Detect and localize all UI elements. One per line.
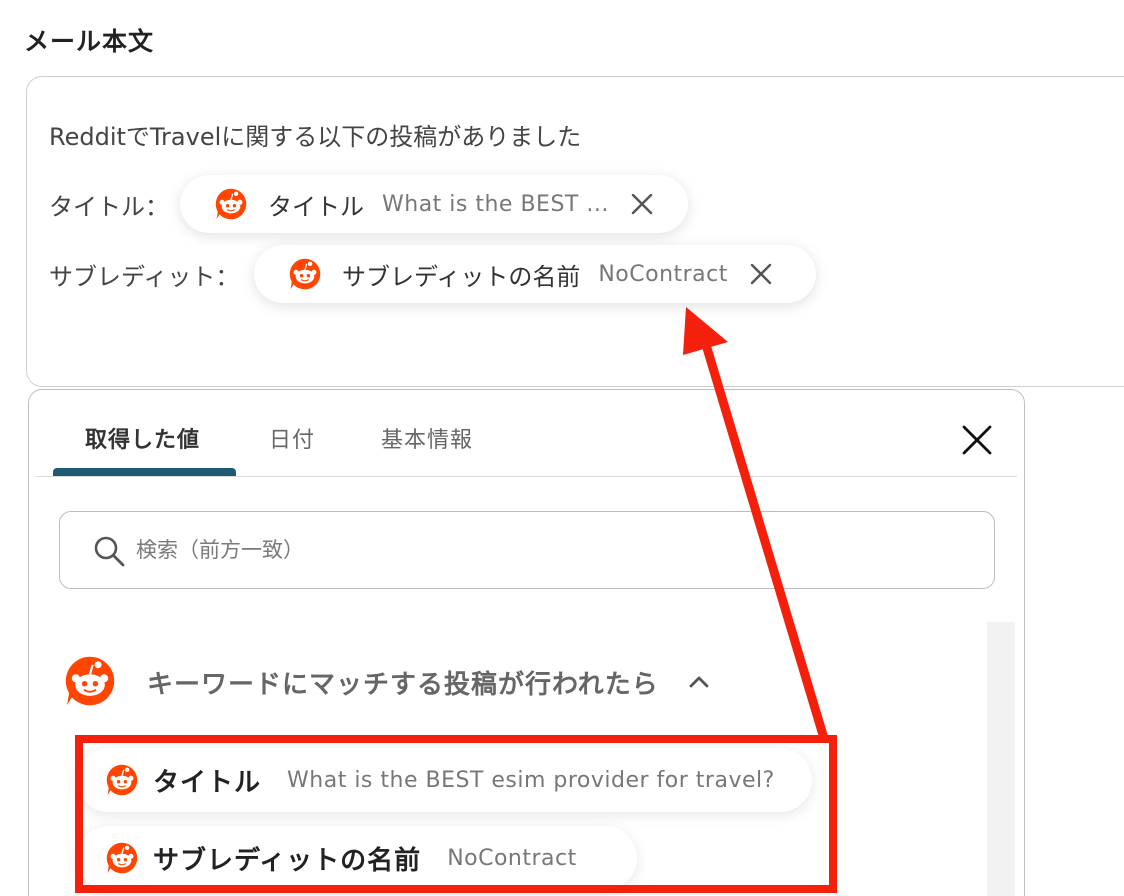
scrollbar-track[interactable] [987,622,1015,896]
search-box [59,511,995,589]
tab-date[interactable]: 日付 [269,422,315,454]
reddit-icon [63,654,117,708]
tab-bar: 取得した値 日付 基本情報 [29,390,1024,480]
chip-value: NoContract [598,261,728,287]
list-item-subreddit[interactable]: サブレディットの名前 NoContract [77,826,637,890]
reddit-icon [105,763,139,797]
tab-acquired-values[interactable]: 取得した値 [85,422,200,454]
remove-icon[interactable] [629,191,655,217]
group-title: キーワードにマッチする投稿が行われたら [147,670,659,700]
close-icon[interactable] [959,422,995,458]
tab-divider [35,476,1017,477]
chip-label: タイトル [268,192,364,221]
item-label: タイトル [153,767,262,798]
section-title: メール本文 [24,27,155,56]
chip-value: What is the BEST ... [382,191,609,217]
editor-line-intro: RedditでTravelに関する以下の投稿がありました [49,123,582,151]
editor-line-title-label: タイトル： [49,193,169,221]
remove-icon[interactable] [748,261,774,287]
chevron-up-icon[interactable] [687,670,711,694]
tab-basic-info[interactable]: 基本情報 [381,422,473,454]
item-value: NoContract [447,845,577,871]
reddit-icon [105,841,139,875]
chip-label: サブレディットの名前 [342,262,581,291]
editor-line-subreddit-label: サブレディット： [49,263,240,291]
list-item-title[interactable]: タイトル What is the BEST esim provider for … [77,748,812,812]
item-value: What is the BEST esim provider for trave… [287,767,775,793]
subreddit-variable-chip[interactable]: サブレディットの名前 NoContract [254,245,816,303]
active-tab-indicator [53,468,236,476]
reddit-icon [214,187,248,221]
value-picker-panel: 取得した値 日付 基本情報 キーワードにマッチする投稿が行われたら タイトル W… [28,389,1025,896]
reddit-icon [288,257,322,291]
search-input[interactable] [136,532,956,568]
title-variable-chip[interactable]: タイトル What is the BEST ... [180,175,688,233]
item-label: サブレディットの名前 [153,845,422,876]
trigger-group-header[interactable]: キーワードにマッチする投稿が行われたら [59,652,819,712]
search-icon [94,536,125,567]
